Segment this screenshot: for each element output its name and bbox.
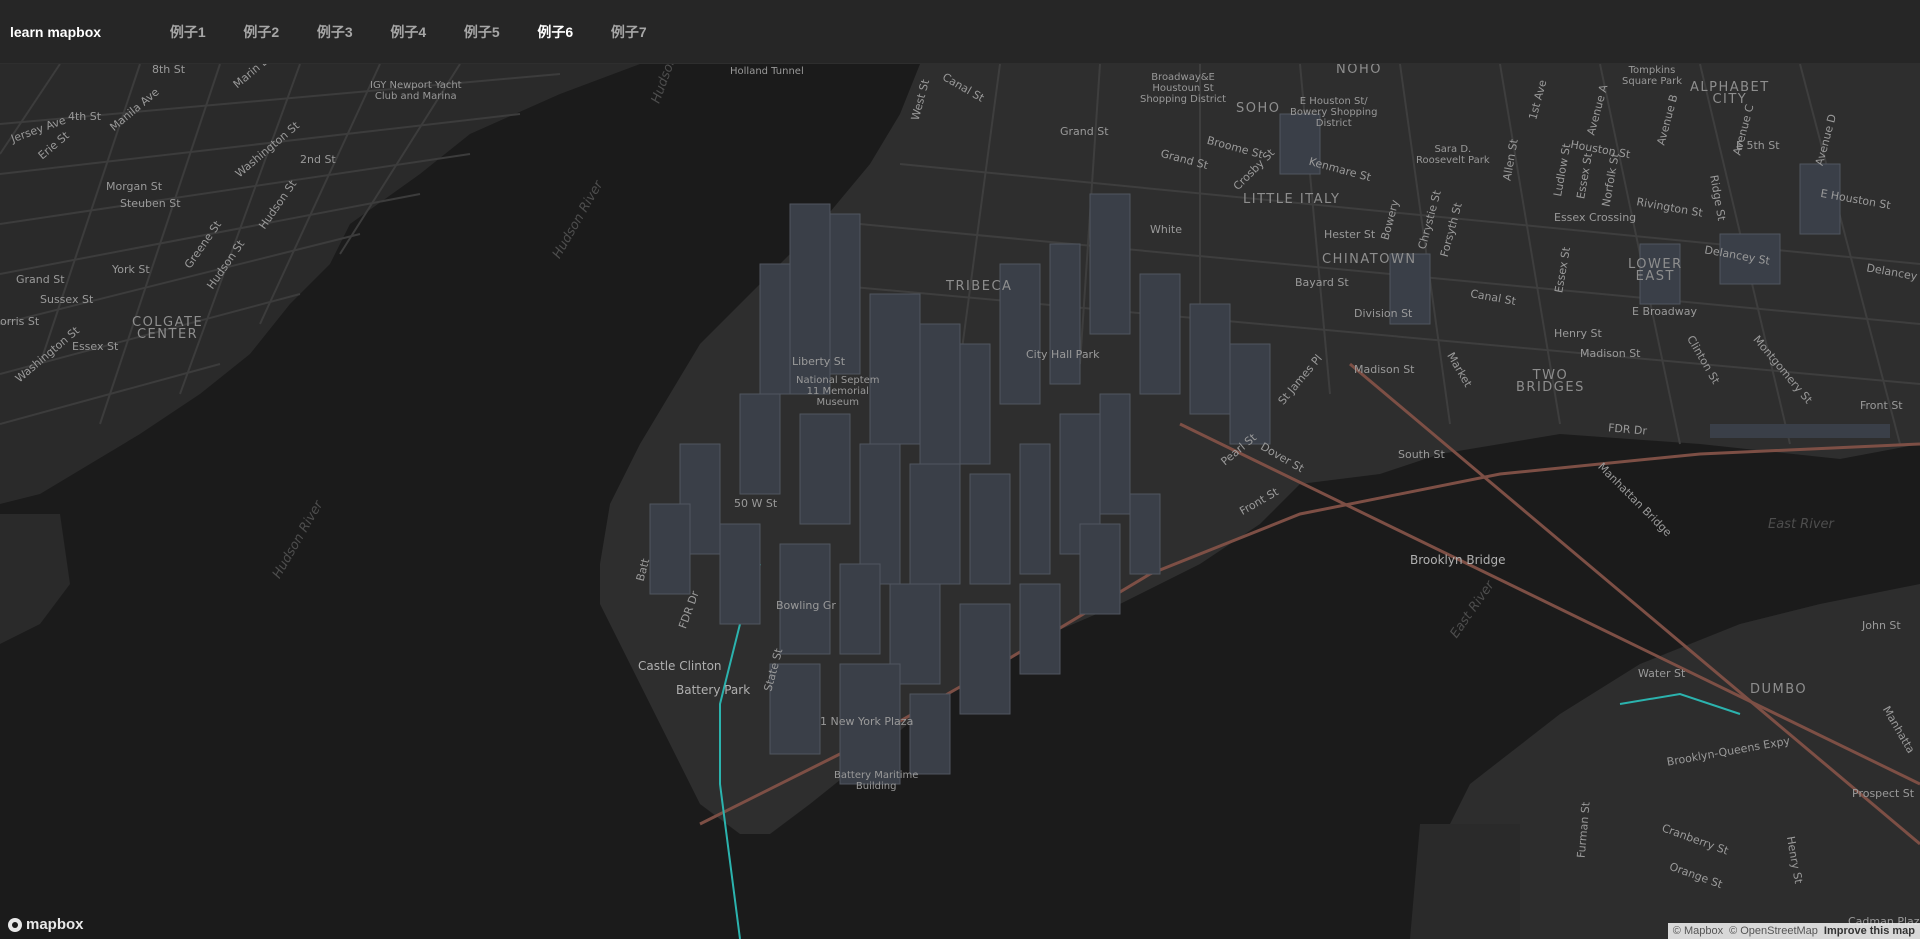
label-castle-clinton: Castle Clinton bbox=[638, 659, 722, 673]
label-two-bridges: TWO BRIDGES bbox=[1516, 368, 1585, 395]
label-4th-st: 4th St bbox=[68, 110, 102, 123]
nav-item-example-5[interactable]: 例子5 bbox=[445, 22, 519, 42]
label-prospect-st: Prospect St bbox=[1852, 787, 1915, 800]
label-battery-maritime: Battery Maritime Building bbox=[834, 770, 919, 792]
label-colgate-center: COLGATE CENTER bbox=[132, 315, 204, 342]
label-1-ny-plaza: 1 New York Plaza bbox=[820, 715, 914, 728]
nav-item-example-3[interactable]: 例子3 bbox=[298, 22, 372, 42]
label-madison-st-2: Madison St bbox=[1580, 347, 1641, 360]
label-e-broadway: E Broadway bbox=[1632, 305, 1697, 318]
label-sussex-st: Sussex St bbox=[40, 293, 94, 306]
label-grand-st-2: Grand St bbox=[1060, 125, 1109, 138]
nav-item-example-4[interactable]: 例子4 bbox=[372, 22, 446, 42]
mapbox-logo-icon bbox=[8, 917, 22, 932]
map-canvas[interactable]: Holland Tunnel IGY Newport Yacht Club an… bbox=[0, 64, 1920, 939]
mapbox-logo[interactable]: mapbox bbox=[8, 916, 84, 933]
label-2nd-st: 2nd St bbox=[300, 153, 336, 166]
label-911-memorial: National Septem 11 Memorial Museum bbox=[796, 375, 880, 408]
improve-map-link[interactable]: Improve this map bbox=[1824, 925, 1915, 937]
label-e-5th-st: E 5th St bbox=[1736, 139, 1780, 152]
label-dumbo: DUMBO bbox=[1750, 682, 1808, 697]
label-lower-east: LOWER EAST bbox=[1628, 257, 1683, 284]
label-e-houston-bowery: E Houston St/ Bowery Shopping District bbox=[1290, 96, 1378, 129]
label-grand-st-nj: Grand St bbox=[16, 273, 65, 286]
nav-item-example-7[interactable]: 例子7 bbox=[592, 22, 666, 42]
label-soho: SOHO bbox=[1236, 101, 1281, 116]
label-50-w-st: 50 W St bbox=[734, 497, 778, 510]
label-york-st: York St bbox=[112, 263, 150, 276]
label-essex-crossing: Essex Crossing bbox=[1554, 211, 1637, 224]
label-chinatown: CHINATOWN bbox=[1322, 252, 1417, 267]
label-morgan-st: Morgan St bbox=[106, 180, 163, 193]
brand-title[interactable]: learn mapbox bbox=[10, 24, 101, 40]
label-tompkins-square: Tompkins Square Park bbox=[1622, 65, 1682, 87]
label-morris-st: orris St bbox=[0, 315, 40, 328]
mapbox-logo-text: mapbox bbox=[26, 916, 84, 933]
label-division-st: Division St bbox=[1354, 307, 1413, 320]
label-essex-st-nj: Essex St bbox=[72, 340, 119, 353]
label-8th-st: 8th St bbox=[152, 64, 186, 76]
label-south-st: South St bbox=[1398, 448, 1445, 461]
label-bayard-st: Bayard St bbox=[1295, 276, 1349, 289]
land-brooklyn-piers bbox=[1410, 824, 1520, 939]
label-little-italy: LITTLE ITALY bbox=[1243, 192, 1341, 207]
label-noho: NOHO bbox=[1336, 64, 1382, 77]
nav-item-example-1[interactable]: 例子1 bbox=[151, 22, 225, 42]
label-water-st: Water St bbox=[1638, 667, 1686, 680]
label-front-st-2: Front St bbox=[1860, 399, 1903, 412]
pier-building bbox=[1710, 424, 1890, 438]
label-east-river-1: East River bbox=[1768, 517, 1834, 532]
label-bowling-green: Bowling Gr bbox=[776, 599, 836, 612]
label-alphabet-city: ALPHABET CITY bbox=[1690, 80, 1770, 107]
label-city-hall-park: City Hall Park bbox=[1026, 348, 1100, 361]
label-tribeca: TRIBECA bbox=[946, 279, 1013, 294]
label-white: White bbox=[1150, 223, 1182, 236]
attribution-mapbox-link[interactable]: © Mapbox bbox=[1673, 925, 1723, 937]
label-battery-park: Battery Park bbox=[676, 683, 751, 697]
nav-item-example-6[interactable]: 例子6 bbox=[519, 22, 593, 42]
label-sara-roosevelt-park: Sara D. Roosevelt Park bbox=[1416, 144, 1490, 166]
attribution-osm-link[interactable]: © OpenStreetMap bbox=[1729, 925, 1818, 937]
map-attribution: © Mapbox © OpenStreetMap Improve this ma… bbox=[1667, 923, 1920, 939]
label-madison-st: Madison St bbox=[1354, 363, 1415, 376]
label-hester-st: Hester St bbox=[1324, 228, 1376, 241]
label-holland-tunnel: Holland Tunnel bbox=[730, 66, 804, 77]
top-navbar: learn mapbox 例子1 例子2 例子3 例子4 例子5 例子6 例子7 bbox=[0, 0, 1920, 64]
label-henry-st: Henry St bbox=[1554, 327, 1602, 340]
label-broadway-houston: Broadway&E Houstoun St Shopping District bbox=[1140, 72, 1227, 105]
label-steuben-st: Steuben St bbox=[120, 197, 181, 210]
label-brooklyn-bridge: Brooklyn Bridge bbox=[1410, 553, 1506, 567]
label-liberty-st: Liberty St bbox=[792, 355, 846, 368]
label-igy-marina: IGY Newport Yacht Club and Marina bbox=[370, 80, 462, 102]
nav-item-example-2[interactable]: 例子2 bbox=[225, 22, 299, 42]
label-john-st: John St bbox=[1862, 619, 1901, 632]
